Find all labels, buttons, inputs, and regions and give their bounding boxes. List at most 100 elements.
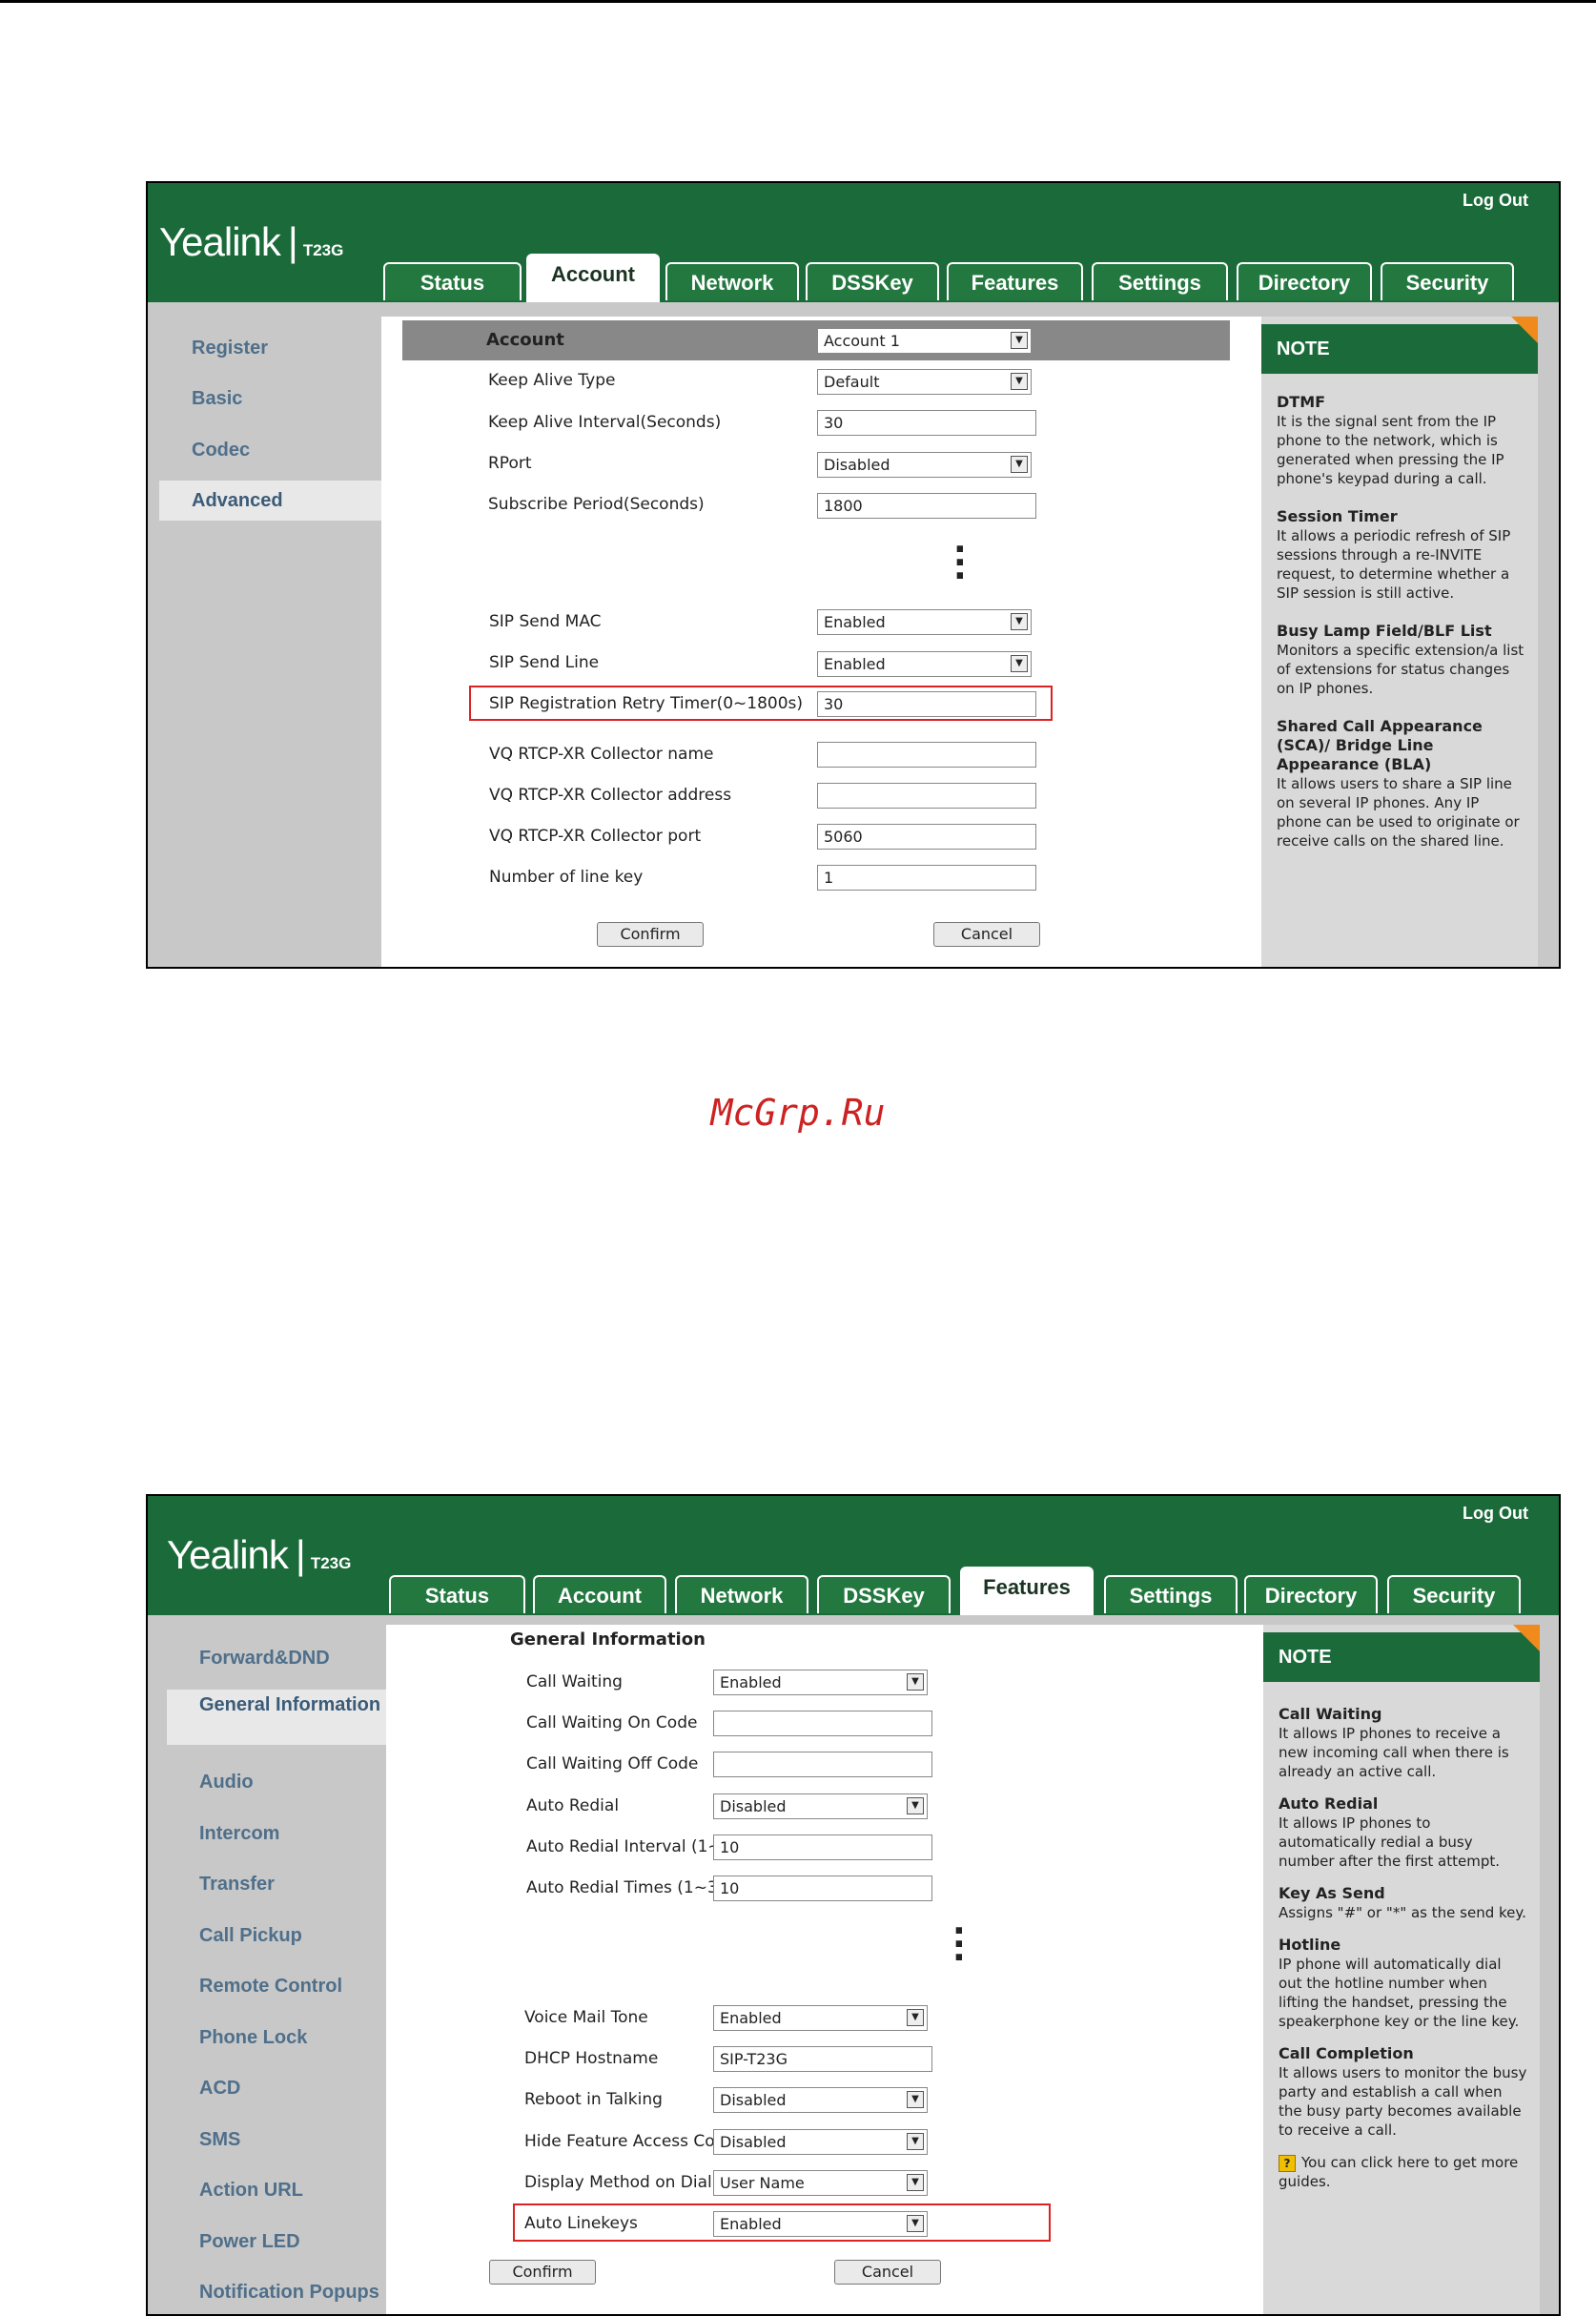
sidebar-item-transfer[interactable]: Transfer [167,1874,389,1896]
sidebar-item-forward-dnd[interactable]: Forward&DND [167,1648,389,1670]
auto-linekeys-label: Auto Linekeys [524,2214,638,2233]
tab-status[interactable]: Status [383,262,522,300]
sip-send-mac-label: SIP Send MAC [489,612,602,631]
sidebar-item-advanced[interactable]: Advanced [159,481,381,521]
hide-feature-access-codes-label: Hide Feature Access Codes [524,2132,744,2151]
dhcp-hostname-input[interactable]: SIP-T23G [713,2046,932,2072]
auto-redial-interval-input[interactable]: 10 [713,1834,932,1860]
sidebar-item-audio[interactable]: Audio [167,1772,389,1793]
sidebar-item-phone-lock[interactable]: Phone Lock [167,2027,389,2049]
sidebar-item-call-pickup[interactable]: Call Pickup [167,1925,389,1947]
number-of-line-key-input[interactable]: 1 [817,865,1036,891]
reboot-in-talking-select[interactable]: Disabled ▼ [713,2087,928,2113]
tab-bar: Status Account Network DSSKey Features S… [148,1567,1559,1615]
cancel-button[interactable]: Cancel [834,2260,941,2285]
sip-send-line-select[interactable]: Enabled ▼ [817,651,1032,677]
note-item-title: DTMF [1277,393,1326,411]
keep-alive-type-select[interactable]: Default ▼ [817,369,1032,395]
tab-features[interactable]: Features [947,262,1083,300]
auto-redial-times-input[interactable]: 10 [713,1875,932,1901]
vq-collector-port-input[interactable]: 5060 [817,824,1036,850]
vq-collector-address-label: VQ RTCP-XR Collector address [489,786,732,805]
voice-mail-tone-select[interactable]: Enabled ▼ [713,2005,928,2031]
call-waiting-off-code-input[interactable] [713,1752,932,1777]
sip-send-mac-select[interactable]: Enabled ▼ [817,609,1032,635]
sidebar-item-acd[interactable]: ACD [167,2078,389,2100]
settings-form: General Information Call Waiting Enabled… [386,1625,1406,2314]
logout-link[interactable]: Log Out [1463,191,1528,211]
sip-registration-retry-input[interactable]: 30 [817,691,1036,717]
tab-directory[interactable]: Directory [1244,1575,1378,1613]
auto-redial-value: Disabled [720,1797,787,1815]
tab-security[interactable]: Security [1387,1575,1521,1613]
confirm-button[interactable]: Confirm [489,2260,596,2285]
confirm-button[interactable]: Confirm [597,922,704,947]
sip-registration-retry-label: SIP Registration Retry Timer(0~1800s) [489,694,804,713]
display-method-on-dialing-label: Display Method on Dialing [524,2173,738,2192]
chevron-down-icon: ▼ [1011,655,1028,672]
watermark: McGrp.Ru [710,1092,886,1134]
note-item-title: Key As Send [1279,1884,1385,1902]
rport-select[interactable]: Disabled ▼ [817,452,1032,478]
note-item-text: It allows users to share a SIP line on s… [1277,775,1520,850]
vq-collector-name-label: VQ RTCP-XR Collector name [489,745,714,764]
header-bar: Yealink | T23G Log Out Status Account Netw… [148,183,1559,302]
tab-settings[interactable]: Settings [1104,1575,1238,1613]
cancel-button[interactable]: Cancel [933,922,1040,947]
section-title: General Information [510,1629,706,1650]
call-waiting-on-code-label: Call Waiting On Code [526,1713,698,1732]
note-item-title: Shared Call Appearance (SCA)/ Bridge Lin… [1277,717,1483,773]
tab-status[interactable]: Status [389,1575,525,1613]
call-waiting-label: Call Waiting [526,1672,623,1691]
tab-network[interactable]: Network [665,262,799,300]
sidebar: Forward&DND General Information Audio In… [167,1625,389,2314]
sidebar: Register Basic Codec Advanced [159,317,381,967]
sidebar-item-remote-control[interactable]: Remote Control [167,1976,389,1998]
vq-collector-name-input[interactable] [817,742,1036,768]
number-of-line-key-label: Number of line key [489,868,644,887]
call-waiting-select[interactable]: Enabled ▼ [713,1670,928,1695]
note-body: Call Waiting It allows IP phones to recei… [1279,1705,1528,2191]
chevron-down-icon: ▼ [907,1797,924,1814]
note-item-text: It allows IP phones to automatically red… [1279,1814,1500,1870]
keep-alive-type-label: Keep Alive Type [488,371,616,390]
logout-link[interactable]: Log Out [1463,1504,1528,1524]
tab-features[interactable]: Features [960,1567,1094,1615]
tab-dsskey[interactable]: DSSKey [817,1575,951,1613]
note-item: Hotline IP phone will automatically dial … [1279,1936,1528,2031]
sidebar-item-codec[interactable]: Codec [159,440,381,461]
auto-redial-label: Auto Redial [526,1796,620,1815]
note-item: Call Waiting It allows IP phones to recei… [1279,1705,1528,1781]
chevron-down-icon: ▼ [1011,373,1028,390]
sidebar-item-basic[interactable]: Basic [159,388,381,410]
guide-link[interactable]: ? You can click here to get more guides. [1279,2153,1528,2191]
tab-account[interactable]: Account [526,254,660,302]
chevron-down-icon: ▼ [1011,613,1028,630]
tab-settings[interactable]: Settings [1092,262,1228,300]
subscribe-period-input[interactable]: 1800 [817,493,1036,519]
tab-directory[interactable]: Directory [1237,262,1372,300]
sidebar-item-general-information[interactable]: General Information [167,1690,389,1745]
features-general-screenshot: Yealink | T23G Log Out Status Account Netw… [146,1494,1561,2316]
note-item: Shared Call Appearance (SCA)/ Bridge Lin… [1277,717,1526,851]
sidebar-item-action-url[interactable]: Action URL [167,2180,389,2202]
sidebar-item-intercom[interactable]: Intercom [167,1823,389,1845]
keep-alive-interval-input[interactable]: 30 [817,410,1036,436]
sidebar-item-register[interactable]: Register [159,338,381,359]
note-item: Key As Send Assigns "#" or "*" as the sen… [1279,1884,1528,1922]
auto-redial-select[interactable]: Disabled ▼ [713,1793,928,1819]
call-waiting-on-code-input[interactable] [713,1711,932,1736]
account-select[interactable]: Account 1 ▼ [817,328,1032,354]
tab-dsskey[interactable]: DSSKey [806,262,939,300]
tab-network[interactable]: Network [675,1575,808,1613]
sidebar-item-power-led[interactable]: Power LED [167,2231,389,2253]
tab-account[interactable]: Account [533,1575,666,1613]
sidebar-item-notification-popups[interactable]: Notification Popups [167,2282,389,2304]
sidebar-item-sms[interactable]: SMS [167,2129,389,2151]
note-item-title: Session Timer [1277,507,1398,525]
auto-linekeys-select[interactable]: Enabled ▼ [713,2211,928,2237]
display-method-on-dialing-select[interactable]: User Name ▼ [713,2170,928,2196]
tab-security[interactable]: Security [1381,262,1514,300]
vq-collector-address-input[interactable] [817,783,1036,809]
hide-feature-access-codes-select[interactable]: Disabled ▼ [713,2129,928,2155]
